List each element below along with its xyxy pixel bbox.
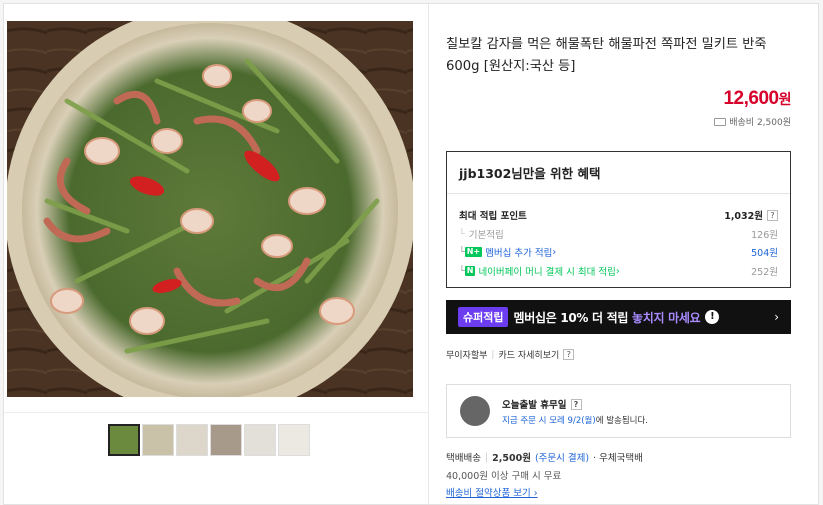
main-product-image[interactable] <box>7 21 413 397</box>
shipping-fee-label: 배송비 2,500원 <box>729 118 791 128</box>
save-shipping-link[interactable]: 배송비 절약상품 보기 › <box>446 485 538 499</box>
card-detail-link[interactable]: 카드 자세히보기 <box>498 348 559 361</box>
exclamation-icon: ! <box>705 310 720 324</box>
truck-icon <box>714 117 727 126</box>
shipping-fee: 배송비 2,500원 <box>714 115 791 128</box>
benefit-row-naverpay[interactable]: └ N 네이버페이 머니 결제 시 최대 적립 › 252원 <box>459 264 778 279</box>
delivery-fee: 2,500원 <box>492 453 531 464</box>
banner-message: 멤버십은 10% 더 적립 놓치지 마세요 <box>513 310 701 325</box>
naverpay-badge-icon: N <box>464 266 476 276</box>
benefit-row-label[interactable]: 네이버페이 머니 결제 시 최대 적립 <box>478 264 615 278</box>
benefit-row-value: 126원 <box>751 230 778 241</box>
price-number: 12,600 <box>723 88 779 109</box>
delivery-info: 택배배송 | 2,500원 (주문시 결제) · 우체국택배 <box>446 451 643 465</box>
product-price: 12,600원 <box>723 88 791 110</box>
help-icon[interactable]: ? <box>570 398 582 410</box>
price-unit: 원 <box>778 91 792 107</box>
thumbnail-5[interactable] <box>244 424 276 456</box>
thumbnail-1[interactable] <box>108 424 140 456</box>
benefit-box: jjb1302님만을 위한 혜택 최대 적립 포인트 1,032원 ? └ 기본… <box>446 151 791 288</box>
gallery-divider <box>4 412 429 413</box>
today-dispatch-box: 오늘출발 휴무일 ? 지금 주문 시 모레 9/2(월)에 발송됩니다. <box>446 384 791 438</box>
help-icon[interactable]: ? <box>563 349 575 360</box>
benefit-row-value: 504원 <box>751 248 778 259</box>
installment-link[interactable]: 무이자할부 <box>446 348 487 361</box>
benefit-row-membership[interactable]: └ N+ 멤버십 추가 적립 › 504원 <box>459 245 778 260</box>
payment-links: 무이자할부 | 카드 자세히보기 ? <box>446 348 575 361</box>
max-points-row: 최대 적립 포인트 1,032원 ? <box>459 208 778 222</box>
chevron-right-icon: › <box>774 310 779 324</box>
max-points-label: 최대 적립 포인트 <box>459 211 527 222</box>
benefit-row-label[interactable]: 멤버십 추가 적립 <box>485 245 552 259</box>
benefit-row-basic: └ 기본적립 126원 <box>459 228 778 242</box>
free-shipping-condition: 40,000원 이상 구매 시 무료 <box>446 471 562 482</box>
benefit-row-value: 252원 <box>751 267 778 278</box>
benefit-row-label: 기본적립 <box>468 230 504 241</box>
thumbnail-4[interactable] <box>210 424 242 456</box>
thumbnail-2[interactable] <box>142 424 174 456</box>
delivery-truck-icon <box>460 396 490 426</box>
product-page: 칠보칼 감자를 먹은 해물폭탄 해물파전 쪽파전 밀키트 반죽 600g [원산… <box>3 3 819 505</box>
product-title: 칠보칼 감자를 먹은 해물폭탄 해물파전 쪽파전 밀키트 반죽 600g [원산… <box>446 37 767 74</box>
today-dispatch-title: 오늘출발 휴무일 ? <box>502 397 582 411</box>
membership-banner[interactable]: 슈퍼적립 멤버십은 10% 더 적립 놓치지 마세요 ! › <box>446 300 791 334</box>
thumbnail-strip <box>108 424 310 456</box>
max-points-value: 1,032원 <box>724 211 763 222</box>
delivery-carrier: · 우체국택배 <box>593 453 643 464</box>
delivery-type: 택배배송 <box>446 453 481 464</box>
super-points-tag: 슈퍼적립 <box>458 307 509 327</box>
thumbnail-3[interactable] <box>176 424 208 456</box>
image-gallery <box>4 4 429 504</box>
benefit-heading: jjb1302님만을 위한 혜택 <box>447 152 790 194</box>
naver-plus-badge-icon: N+ <box>464 247 483 257</box>
delivery-fee-note: (주문시 결제) <box>534 453 590 464</box>
thumbnail-6[interactable] <box>278 424 310 456</box>
help-icon[interactable]: ? <box>767 209 778 221</box>
today-dispatch-desc: 지금 주문 시 모레 9/2(월)에 발송됩니다. <box>502 416 649 426</box>
